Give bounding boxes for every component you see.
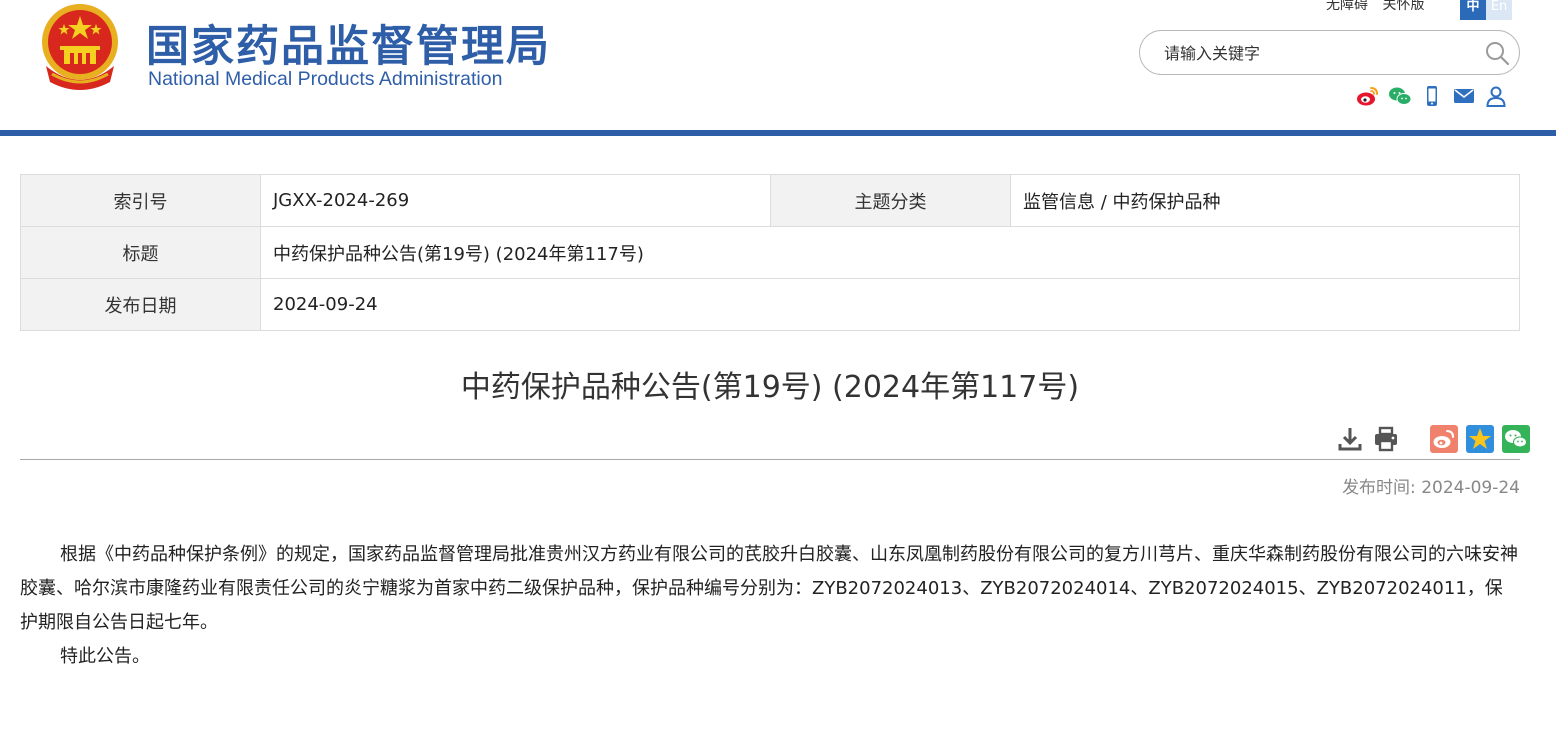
weibo-icon[interactable]: [1356, 84, 1380, 108]
date-value: 2024-09-24: [260, 278, 1520, 331]
info-row-index: 索引号 JGXX-2024-269 主题分类 监管信息 / 中药保护品种: [20, 174, 1520, 227]
language-switch: 中 En: [1460, 0, 1512, 20]
wechat-share-icon[interactable]: [1502, 425, 1530, 453]
search-icon[interactable]: [1484, 40, 1510, 66]
category-label: 主题分类: [770, 174, 1011, 227]
site-header: 国家药品监督管理局 National Medical Products Admi…: [0, 0, 1556, 136]
search-input[interactable]: [1164, 41, 1464, 65]
date-label: 发布日期: [20, 278, 261, 331]
mail-icon[interactable]: [1452, 84, 1476, 108]
index-label: 索引号: [20, 174, 261, 227]
title-value: 中药保护品种公告(第19号) (2024年第117号): [260, 226, 1520, 279]
top-links: 无障碍 关怀版: [1326, 0, 1434, 14]
article-paragraph: 特此公告。: [60, 646, 150, 667]
download-icon[interactable]: [1336, 425, 1364, 453]
article-divider: [20, 459, 1520, 460]
publish-time-value: 2024-09-24: [1421, 478, 1520, 498]
publish-time: 发布时间: 2024-09-24: [1342, 473, 1520, 498]
index-value: JGXX-2024-269: [260, 174, 771, 227]
mobile-icon[interactable]: [1420, 84, 1444, 108]
qzone-share-icon[interactable]: [1466, 425, 1494, 453]
article-body: 根据《中药品种保护条例》的规定，国家药品监督管理局批准贵州汉方药业有限公司的芪胶…: [20, 538, 1520, 674]
header-divider: [0, 130, 1556, 136]
care-mode-link[interactable]: 关怀版: [1382, 0, 1424, 13]
search-box: [1139, 30, 1520, 75]
user-icon[interactable]: [1484, 84, 1508, 108]
article-paragraph: 根据《中药品种保护条例》的规定，国家药品监督管理局批准贵州汉方药业有限公司的芪胶…: [20, 544, 1518, 633]
lang-chinese-button[interactable]: 中: [1460, 0, 1486, 20]
title-label: 标题: [20, 226, 261, 279]
print-icon[interactable]: [1372, 425, 1400, 453]
article-info-table: 索引号 JGXX-2024-269 主题分类 监管信息 / 中药保护品种 标题 …: [20, 174, 1520, 331]
site-name-chinese[interactable]: 国家药品监督管理局: [146, 12, 551, 74]
publish-time-label: 发布时间:: [1342, 478, 1416, 498]
category-value: 监管信息 / 中药保护品种: [1010, 174, 1520, 227]
lang-english-button[interactable]: En: [1486, 0, 1512, 20]
article-title: 中药保护品种公告(第19号) (2024年第117号): [460, 370, 1080, 405]
article-tools: [1336, 424, 1538, 454]
info-row-date: 发布日期 2024-09-24: [20, 278, 1520, 331]
info-row-title: 标题 中药保护品种公告(第19号) (2024年第117号): [20, 226, 1520, 279]
wechat-icon[interactable]: [1388, 84, 1412, 108]
weibo-share-icon[interactable]: [1430, 425, 1458, 453]
social-links: [1356, 84, 1508, 108]
accessibility-link[interactable]: 无障碍: [1326, 0, 1368, 13]
site-name-english[interactable]: National Medical Products Administration: [148, 68, 502, 91]
national-emblem-icon[interactable]: [36, 2, 124, 92]
